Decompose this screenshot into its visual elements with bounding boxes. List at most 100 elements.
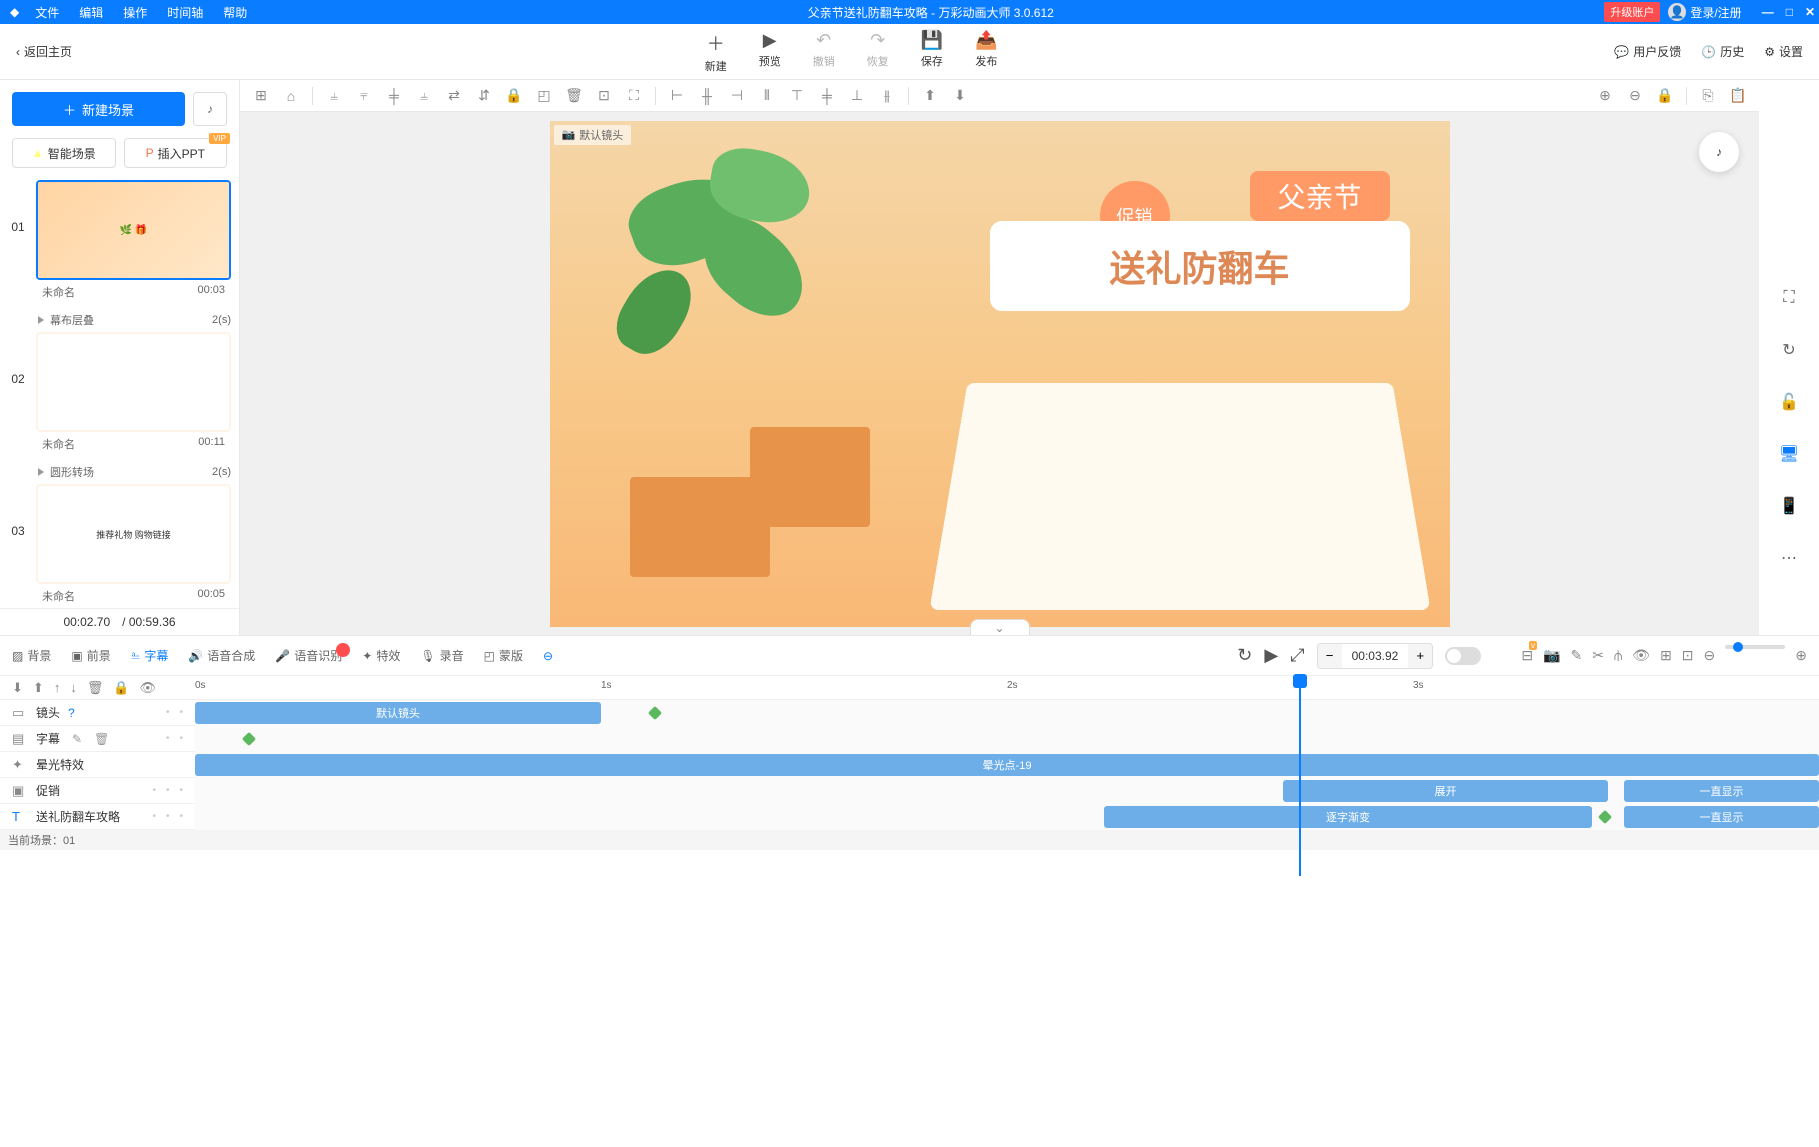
feedback-button[interactable]: 💬 用户反馈: [1614, 43, 1681, 60]
zoom-out-tool[interactable]: ⊖: [1704, 647, 1716, 664]
up-icon[interactable]: ↑: [54, 680, 61, 696]
filter-tool[interactable]: ⫛: [1614, 647, 1622, 664]
tab-mask[interactable]: ◰蒙版: [484, 647, 523, 664]
login-button[interactable]: 👤 登录/注册: [1668, 3, 1741, 21]
canvas-stage[interactable]: 📷 默认镜头 促销 父亲节 送礼防翻车: [550, 121, 1450, 627]
export-icon[interactable]: ⬆: [33, 680, 44, 696]
copy-icon[interactable]: ⎘: [1695, 83, 1721, 109]
flip-v-icon[interactable]: ⇵: [471, 83, 497, 109]
edit-icon[interactable]: ✎: [72, 732, 82, 746]
scene-thumbnail[interactable]: [36, 332, 231, 432]
track-content[interactable]: 晕光点-19: [195, 752, 1819, 778]
timeline-ruler[interactable]: 0s 1s 2s 3s: [195, 676, 1819, 700]
align-top2-icon[interactable]: ⊤: [784, 83, 810, 109]
track-clip[interactable]: 一直显示: [1624, 806, 1819, 828]
bring-front-icon[interactable]: ⬆: [917, 83, 943, 109]
menu-edit[interactable]: 编辑: [69, 4, 113, 21]
zoom-slider[interactable]: [1725, 645, 1785, 649]
menu-timeline[interactable]: 时间轴: [157, 4, 213, 21]
align-bottom2-icon[interactable]: ⊥: [844, 83, 870, 109]
tab-fx[interactable]: ✦特效: [362, 647, 400, 664]
tab-subtitle[interactable]: ⎁字幕: [131, 647, 169, 664]
distribute-h-icon[interactable]: ⫴: [754, 83, 780, 109]
delete-icon[interactable]: 🗑: [87, 680, 104, 696]
align-right-icon[interactable]: ⊣: [724, 83, 750, 109]
track-clip[interactable]: 晕光点-19: [195, 754, 1819, 776]
time-minus-button[interactable]: −: [1318, 644, 1342, 668]
align-left-icon[interactable]: ⊢: [664, 83, 690, 109]
publish-button[interactable]: 📤 发布: [975, 30, 997, 74]
align-middle-icon[interactable]: ╪: [814, 83, 840, 109]
tab-tts[interactable]: 🔊语音合成: [188, 647, 255, 664]
minimize-button[interactable]: —: [1762, 5, 1774, 19]
cut-tool[interactable]: ✂: [1592, 647, 1604, 664]
align-top-icon[interactable]: ⫧: [351, 83, 377, 109]
playhead[interactable]: [1299, 676, 1301, 876]
track-content[interactable]: 逐字渐变 一直显示: [195, 804, 1819, 830]
redo-button[interactable]: ↷ 恢复: [867, 30, 889, 74]
delete-icon[interactable]: 🗑: [561, 83, 587, 109]
fullscreen-tool[interactable]: ⛶: [1771, 280, 1807, 316]
delete-icon[interactable]: 🗑: [94, 732, 109, 746]
camera-tool[interactable]: 📷: [1543, 647, 1560, 664]
time-plus-button[interactable]: +: [1408, 644, 1432, 668]
scene-item[interactable]: 01 🌿 🎁 未命名 00:03: [8, 180, 231, 304]
expand-icon[interactable]: ⛶: [621, 83, 647, 109]
track-content[interactable]: 默认镜头: [195, 700, 1819, 726]
music-button[interactable]: ♪: [193, 92, 227, 126]
back-button[interactable]: ‹ 返回主页: [0, 43, 88, 60]
save-button[interactable]: 💾 保存: [921, 30, 943, 74]
tab-more[interactable]: ⊖: [543, 649, 553, 663]
track-clip[interactable]: 逐字渐变: [1104, 806, 1591, 828]
distribute-v-icon[interactable]: ⫵: [874, 83, 900, 109]
track-clip[interactable]: 一直显示: [1624, 780, 1819, 802]
tab-foreground[interactable]: ▣前景: [71, 647, 110, 664]
keyframe-diamond[interactable]: [648, 705, 662, 719]
crop-icon[interactable]: ◰: [531, 83, 557, 109]
mobile-tool[interactable]: 📱: [1771, 488, 1807, 524]
expand-button[interactable]: ⤢: [1290, 645, 1304, 666]
music-fab-button[interactable]: ♪: [1699, 132, 1739, 172]
import-icon[interactable]: ⬇: [12, 680, 23, 696]
track-content[interactable]: [195, 726, 1819, 752]
menu-help[interactable]: 帮助: [213, 4, 257, 21]
maximize-button[interactable]: □: [1786, 5, 1793, 19]
transition-row[interactable]: 圆形转场 2(s): [8, 460, 231, 484]
edit-tool[interactable]: ✎: [1570, 647, 1582, 664]
undo-button[interactable]: ↶ 撤销: [813, 30, 835, 74]
new-button[interactable]: ＋ 新建: [705, 30, 727, 74]
tab-record[interactable]: 🎙录音: [420, 647, 463, 664]
toggle-switch[interactable]: [1445, 647, 1481, 665]
rotate-tool[interactable]: ↻: [1771, 332, 1807, 368]
align-htop-icon[interactable]: ⫨: [411, 83, 437, 109]
tab-background[interactable]: ▨背景: [12, 647, 51, 664]
close-button[interactable]: ✕: [1805, 5, 1815, 19]
crop-tool[interactable]: ⊡: [1682, 647, 1694, 664]
home-icon[interactable]: ⌂: [278, 83, 304, 109]
smart-scene-button[interactable]: ▲ 智能场景: [12, 138, 116, 168]
eye-tool[interactable]: 👁: [1632, 647, 1650, 664]
more-tool[interactable]: ⋯: [1771, 540, 1807, 576]
scene-item[interactable]: 02 未命名 00:11: [8, 332, 231, 456]
keyframe-diamond[interactable]: [242, 731, 256, 745]
menu-action[interactable]: 操作: [113, 4, 157, 21]
transition-row[interactable]: 幕布层叠 2(s): [8, 308, 231, 332]
lock-icon[interactable]: 🔒: [501, 83, 527, 109]
align-center-icon[interactable]: ╫: [694, 83, 720, 109]
help-icon[interactable]: ?: [68, 706, 75, 720]
collapse-handle[interactable]: ⌄: [970, 619, 1030, 635]
tab-asr[interactable]: 🎤语音识别: [275, 647, 342, 664]
send-back-icon[interactable]: ⬇: [947, 83, 973, 109]
lock-view-icon[interactable]: 🔒: [1652, 83, 1678, 109]
ruler-icon[interactable]: ⊞: [248, 83, 274, 109]
scene-thumbnail[interactable]: 推荐礼物 购物链接: [36, 484, 231, 584]
track-content[interactable]: 展开 一直显示: [195, 778, 1819, 804]
align-vcenter-icon[interactable]: ╪: [381, 83, 407, 109]
play-button[interactable]: ▶: [1264, 645, 1278, 666]
lock-tool[interactable]: 🔓: [1771, 384, 1807, 420]
lock-icon[interactable]: 🔒: [113, 680, 129, 696]
rewind-button[interactable]: ↻: [1237, 645, 1252, 666]
canvas-area[interactable]: 📷 默认镜头 促销 父亲节 送礼防翻车: [240, 112, 1759, 635]
eye-icon[interactable]: 👁: [140, 680, 157, 696]
flip-h-icon[interactable]: ⇄: [441, 83, 467, 109]
